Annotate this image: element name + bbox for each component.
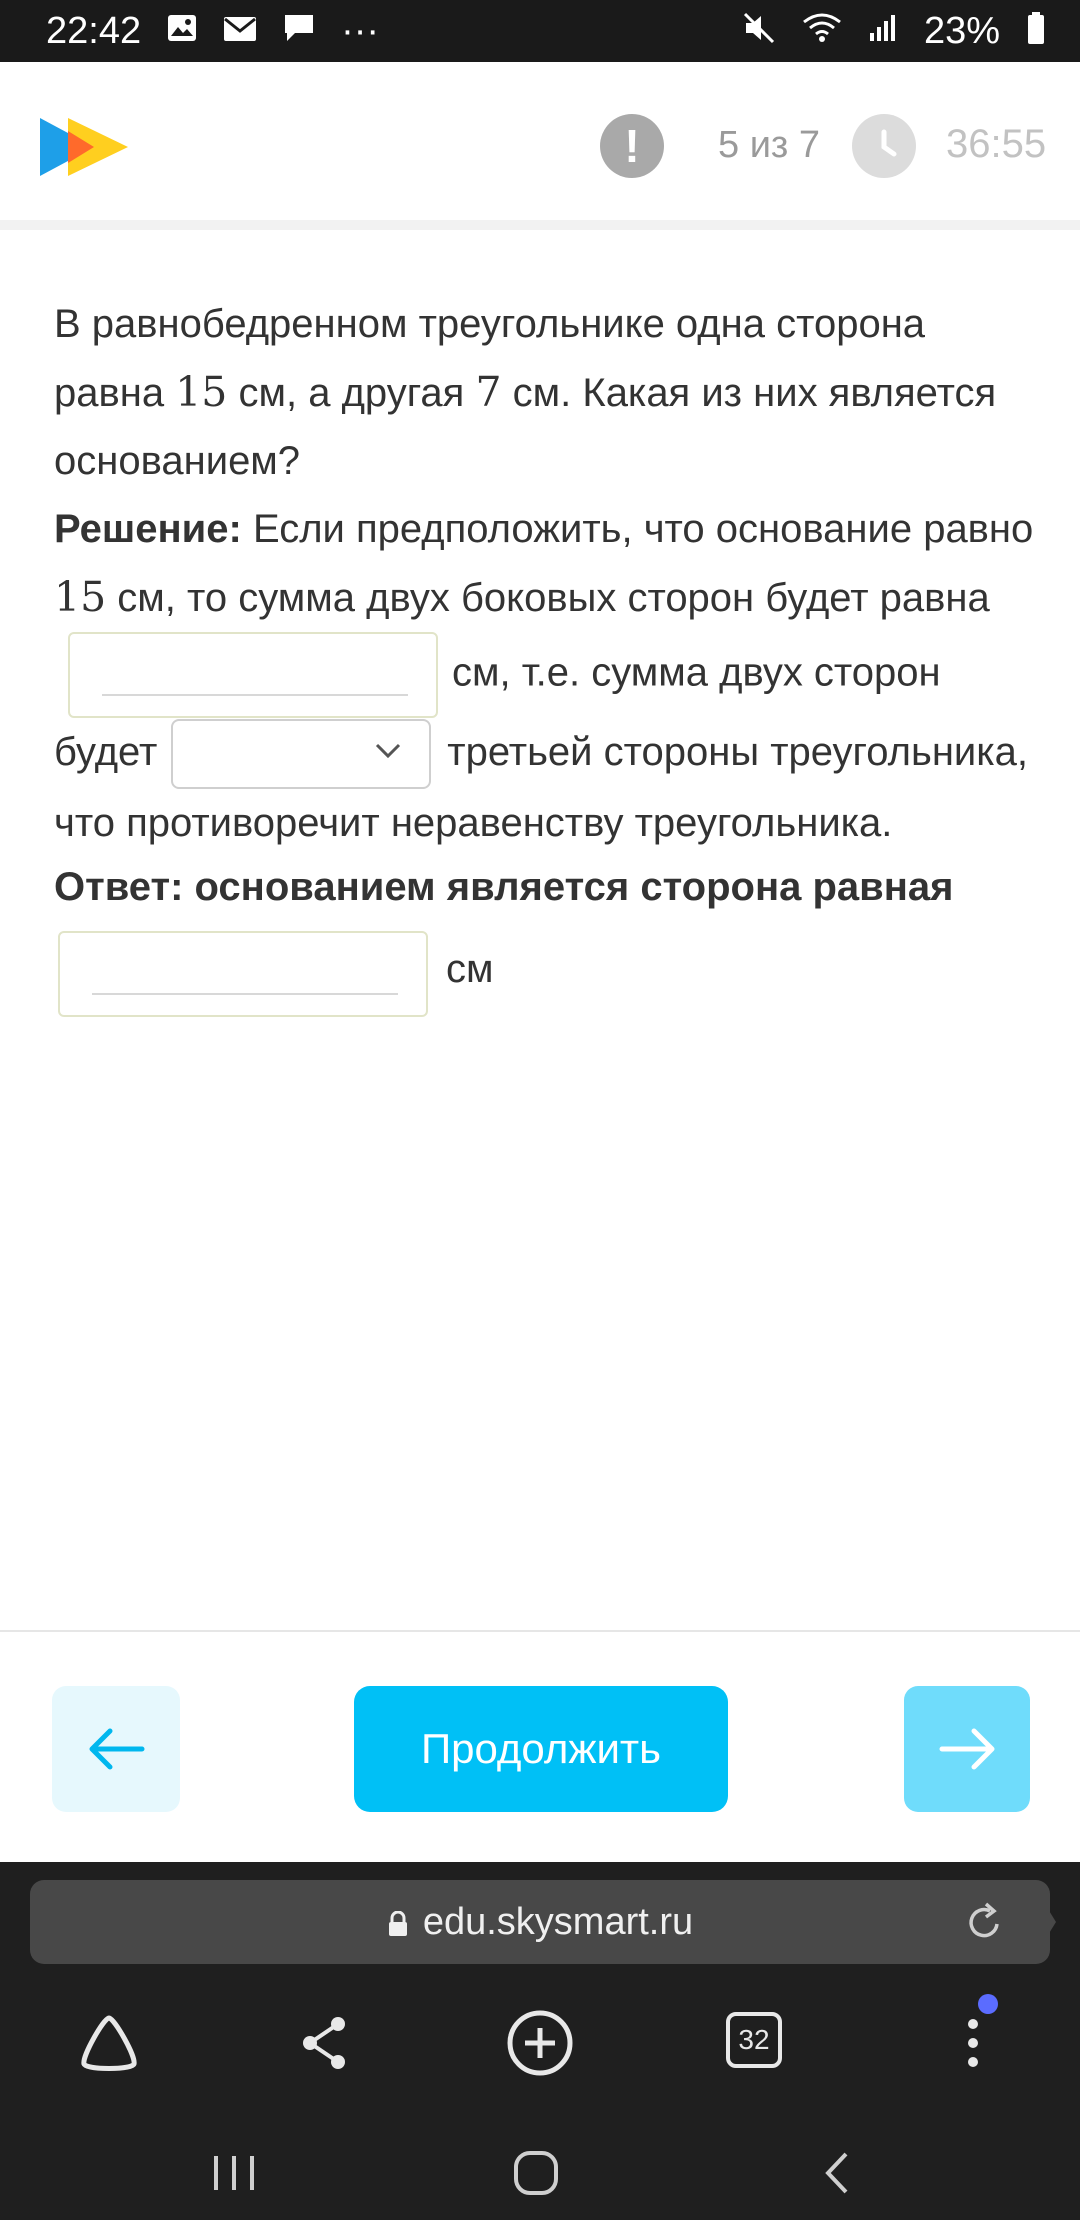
task-progress: 5 из 7 (718, 124, 821, 166)
home-icon[interactable] (74, 2008, 144, 2078)
compare-select[interactable] (171, 719, 432, 790)
tabs-count-button[interactable]: 32 (726, 2012, 782, 2068)
system-navigation (0, 2124, 1080, 2220)
solution-part: см, то сумма двух боковых сторон будет р… (106, 576, 990, 620)
answer-label: Ответ: основанием является сторона равна… (54, 865, 954, 910)
url-text: edu.skysmart.ru (422, 1901, 694, 1943)
status-time: 22:42 (46, 9, 142, 52)
lock-icon (388, 1910, 407, 1936)
chevron-down-icon (376, 744, 401, 759)
question-part: см, а другая (227, 371, 476, 415)
solution-label: Решение: (54, 507, 242, 551)
reload-icon[interactable] (964, 1900, 1004, 1944)
image-icon (167, 14, 197, 48)
clock-icon (852, 114, 916, 178)
new-tab-icon[interactable] (505, 2008, 575, 2078)
wifi-icon (802, 12, 842, 50)
more-menu-icon[interactable] (938, 2008, 1008, 2078)
question-number: 15 (175, 368, 228, 416)
continue-button[interactable]: Продолжить (354, 1686, 728, 1812)
chat-icon (283, 13, 315, 49)
sum-input[interactable] (68, 632, 438, 718)
battery-percent: 23% (923, 9, 1000, 52)
next-button[interactable] (904, 1686, 1030, 1812)
url-bar[interactable]: edu.skysmart.ru (30, 1880, 1050, 1964)
skysmart-logo[interactable] (38, 114, 130, 180)
answer-row: см (54, 931, 1044, 1018)
mute-icon (742, 11, 776, 51)
task-content: В равнобедренном треугольнике одна сторо… (54, 290, 1044, 1018)
solution-text: Решение: Если предположить, что основани… (54, 495, 1044, 857)
solution-number: 15 (54, 573, 107, 621)
question-number: 7 (475, 368, 502, 416)
more-notifications: ··· (341, 9, 380, 52)
mail-icon (223, 14, 257, 48)
arrow-left-icon (89, 1728, 145, 1770)
url-bar-tip (1030, 1880, 1056, 1964)
share-icon[interactable] (290, 2008, 360, 2078)
notification-dot (978, 1994, 998, 2014)
arrow-right-icon (939, 1728, 995, 1770)
home-button-icon[interactable] (506, 2148, 566, 2198)
battery-icon (1026, 11, 1046, 51)
recent-apps-icon[interactable] (204, 2148, 264, 2198)
status-bar: 22:42 ··· 23% (0, 0, 1080, 62)
browser-bar: edu.skysmart.ru 32 (0, 1862, 1080, 2220)
status-left: 22:42 ··· (46, 10, 379, 53)
previous-button[interactable] (52, 1686, 180, 1812)
answer-unit: см (446, 947, 494, 992)
app-header: ! 5 из 7 36:55 (0, 62, 1080, 230)
solution-part: Если предположить, что основание равно (241, 507, 1034, 551)
timer: 36:55 (946, 122, 1047, 166)
report-issue-button[interactable]: ! (600, 114, 664, 178)
back-icon[interactable] (808, 2148, 868, 2198)
browser-toolbar: 32 (0, 1988, 1080, 2098)
question-text: В равнобедренном треугольнике одна сторо… (54, 290, 1044, 495)
signal-icon (868, 13, 898, 49)
app-footer: Продолжить (0, 1630, 1080, 1862)
status-right: 23% (742, 10, 1046, 53)
answer-input[interactable] (58, 931, 428, 1018)
